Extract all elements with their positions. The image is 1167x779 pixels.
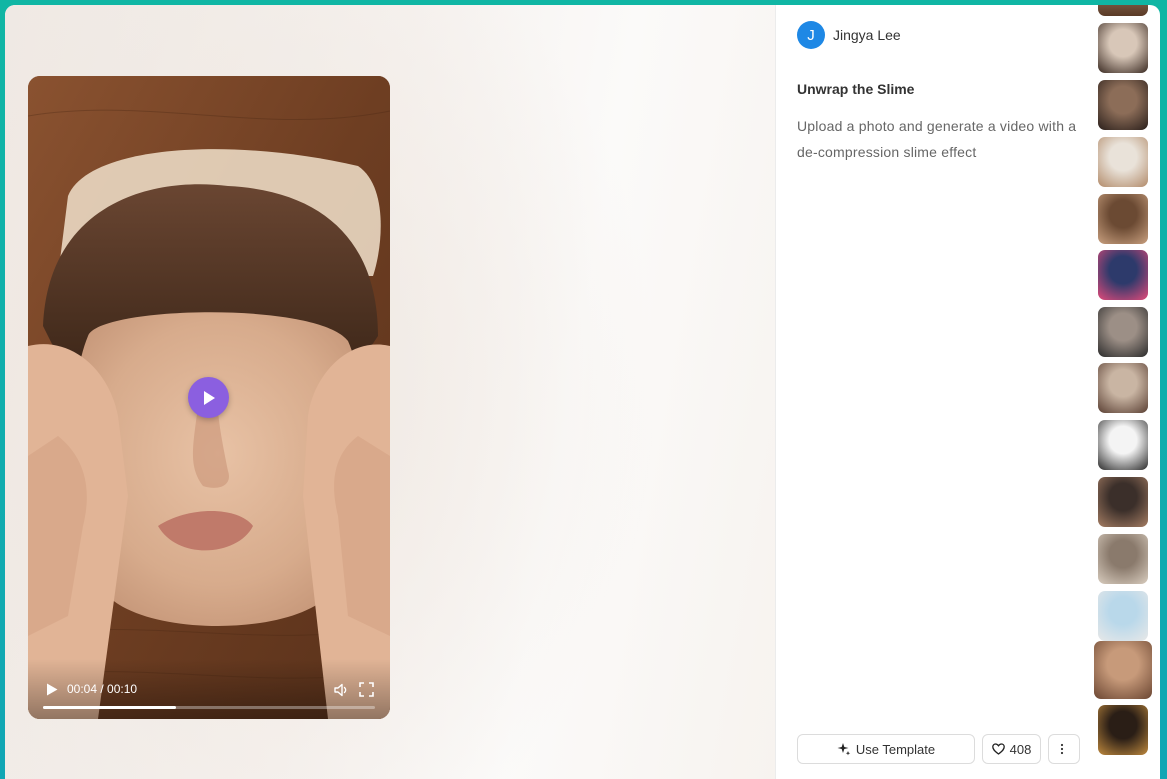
video-player[interactable]: 00:04 / 00:10 xyxy=(28,76,390,719)
video-progress-bar[interactable] xyxy=(43,706,375,709)
video-progress-fill xyxy=(43,706,176,709)
sparkle-icon xyxy=(837,743,851,756)
action-bar: Use Template 408 xyxy=(797,734,1080,764)
more-options-button[interactable] xyxy=(1048,734,1080,764)
more-icon xyxy=(1060,743,1063,755)
play-button[interactable] xyxy=(188,377,229,418)
template-thumbnail[interactable] xyxy=(1098,137,1148,187)
template-thumbnail[interactable] xyxy=(1098,420,1148,470)
like-button[interactable]: 408 xyxy=(982,734,1041,764)
template-thumbnail[interactable] xyxy=(1094,641,1152,699)
template-thumbnail[interactable] xyxy=(1098,307,1148,357)
author-name: Jingya Lee xyxy=(833,27,901,43)
template-title: Unwrap the Slime xyxy=(797,81,915,97)
author[interactable]: J Jingya Lee xyxy=(797,21,901,49)
fullscreen-icon[interactable] xyxy=(359,682,374,697)
template-thumbnail[interactable] xyxy=(1098,534,1148,584)
avatar: J xyxy=(797,21,825,49)
template-thumbnail[interactable] xyxy=(1098,477,1148,527)
app-frame: 00:04 / 00:10 J Jingya Lee Unwrap the Sl… xyxy=(5,5,1160,779)
video-timestamp: 00:04 / 00:10 xyxy=(67,682,137,696)
like-count: 408 xyxy=(1009,741,1032,757)
template-thumbnail[interactable] xyxy=(1098,363,1148,413)
heart-icon xyxy=(991,743,1005,755)
volume-icon[interactable] xyxy=(333,682,349,698)
use-template-label: Use Template xyxy=(855,741,936,757)
template-thumbnail[interactable] xyxy=(1098,5,1148,16)
template-thumbnail[interactable] xyxy=(1098,23,1148,73)
template-description: Upload a photo and generate a video with… xyxy=(797,118,1077,160)
template-thumbnail-strip xyxy=(1094,5,1153,779)
time-separator: / xyxy=(97,682,108,696)
video-stage: 00:04 / 00:10 xyxy=(5,5,775,779)
template-thumbnail[interactable] xyxy=(1098,591,1148,641)
use-template-button[interactable]: Use Template xyxy=(797,734,975,764)
duration: 00:10 xyxy=(107,682,138,696)
template-details-panel: J Jingya Lee Unwrap the Slime Upload a p… xyxy=(775,5,1089,779)
template-thumbnail[interactable] xyxy=(1098,250,1148,300)
template-thumbnail[interactable] xyxy=(1098,80,1148,130)
current-time: 00:04 xyxy=(67,682,98,696)
play-icon xyxy=(203,390,215,405)
template-thumbnail[interactable] xyxy=(1098,194,1148,244)
template-thumbnail[interactable] xyxy=(1098,705,1148,755)
video-controls: 00:04 / 00:10 xyxy=(28,659,390,719)
play-icon[interactable] xyxy=(46,683,58,696)
